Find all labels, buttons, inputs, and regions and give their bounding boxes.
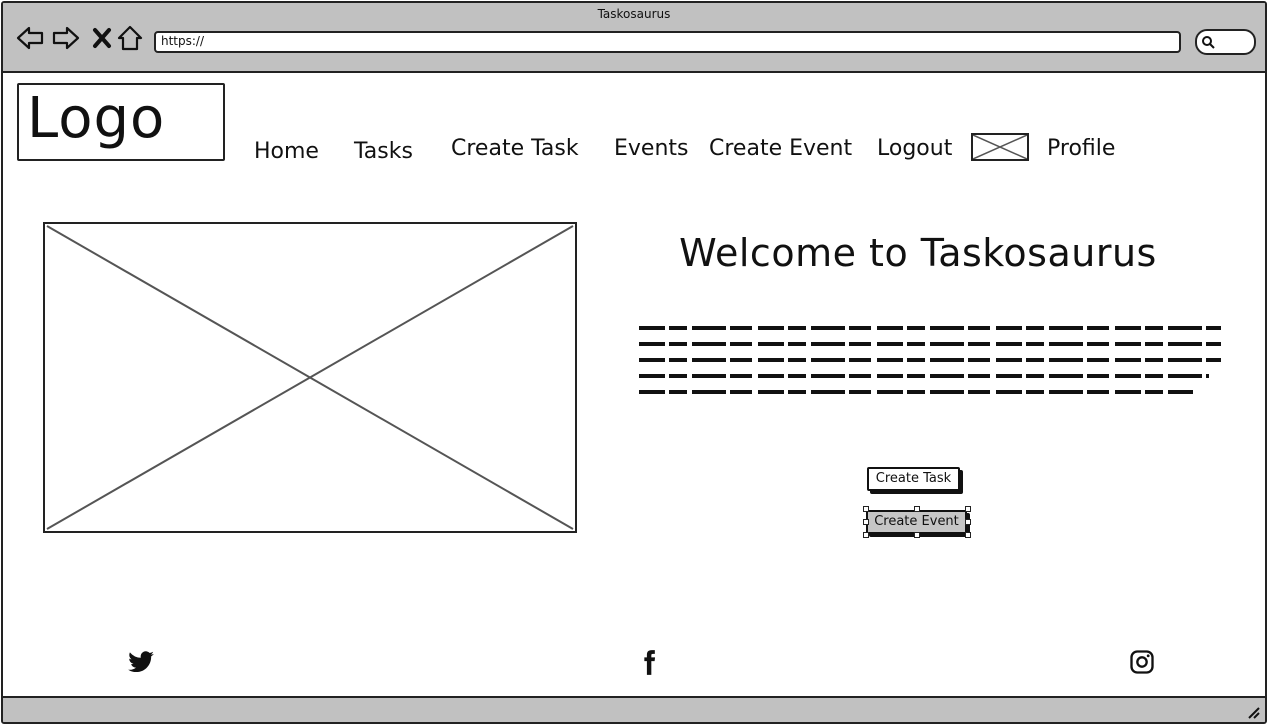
selection-handle[interactable] xyxy=(863,506,869,512)
selection-handle[interactable] xyxy=(965,506,971,512)
browser-toolbar: Taskosaurus https:// xyxy=(3,3,1265,73)
create-task-button[interactable]: Create Task xyxy=(867,467,960,491)
instagram-icon[interactable] xyxy=(1128,648,1156,676)
back-icon[interactable] xyxy=(15,23,45,53)
create-event-button[interactable]: Create Event xyxy=(866,510,967,534)
browser-window: Taskosaurus https:// Logo Home Tasks Cre… xyxy=(1,1,1267,724)
facebook-icon[interactable] xyxy=(635,648,663,676)
browser-search-box[interactable] xyxy=(1195,29,1256,55)
home-icon[interactable] xyxy=(115,23,145,53)
hero-image-placeholder xyxy=(43,222,577,533)
logo-text: Logo xyxy=(27,86,166,151)
search-icon xyxy=(1202,36,1215,49)
nav-create-task[interactable]: Create Task xyxy=(451,136,579,161)
nav-events[interactable]: Events xyxy=(614,136,689,161)
nav-create-event[interactable]: Create Event xyxy=(709,136,852,161)
profile-avatar-image[interactable] xyxy=(971,133,1029,161)
nav-home[interactable]: Home xyxy=(254,139,319,164)
window-title: Taskosaurus xyxy=(597,7,671,21)
forward-icon[interactable] xyxy=(51,23,81,53)
nav-tasks[interactable]: Tasks xyxy=(354,139,413,164)
resize-grip-icon[interactable] xyxy=(1243,702,1261,720)
selection-handle[interactable] xyxy=(914,506,920,512)
nav-logout[interactable]: Logout xyxy=(877,136,952,161)
intro-text-placeholder xyxy=(637,324,1223,400)
stop-icon[interactable] xyxy=(87,23,117,53)
selection-handle[interactable] xyxy=(863,519,869,525)
nav-profile[interactable]: Profile xyxy=(1047,136,1115,161)
selection-handle[interactable] xyxy=(863,532,869,538)
selection-handle[interactable] xyxy=(965,532,971,538)
address-bar[interactable]: https:// xyxy=(154,31,1181,53)
twitter-icon[interactable] xyxy=(127,648,155,676)
site-logo[interactable]: Logo xyxy=(17,83,225,161)
selection-handle[interactable] xyxy=(965,519,971,525)
browser-status-bar xyxy=(3,696,1265,722)
selection-handle[interactable] xyxy=(914,532,920,538)
address-text: https:// xyxy=(161,34,205,48)
page-title: Welcome to Taskosaurus xyxy=(679,231,1157,275)
